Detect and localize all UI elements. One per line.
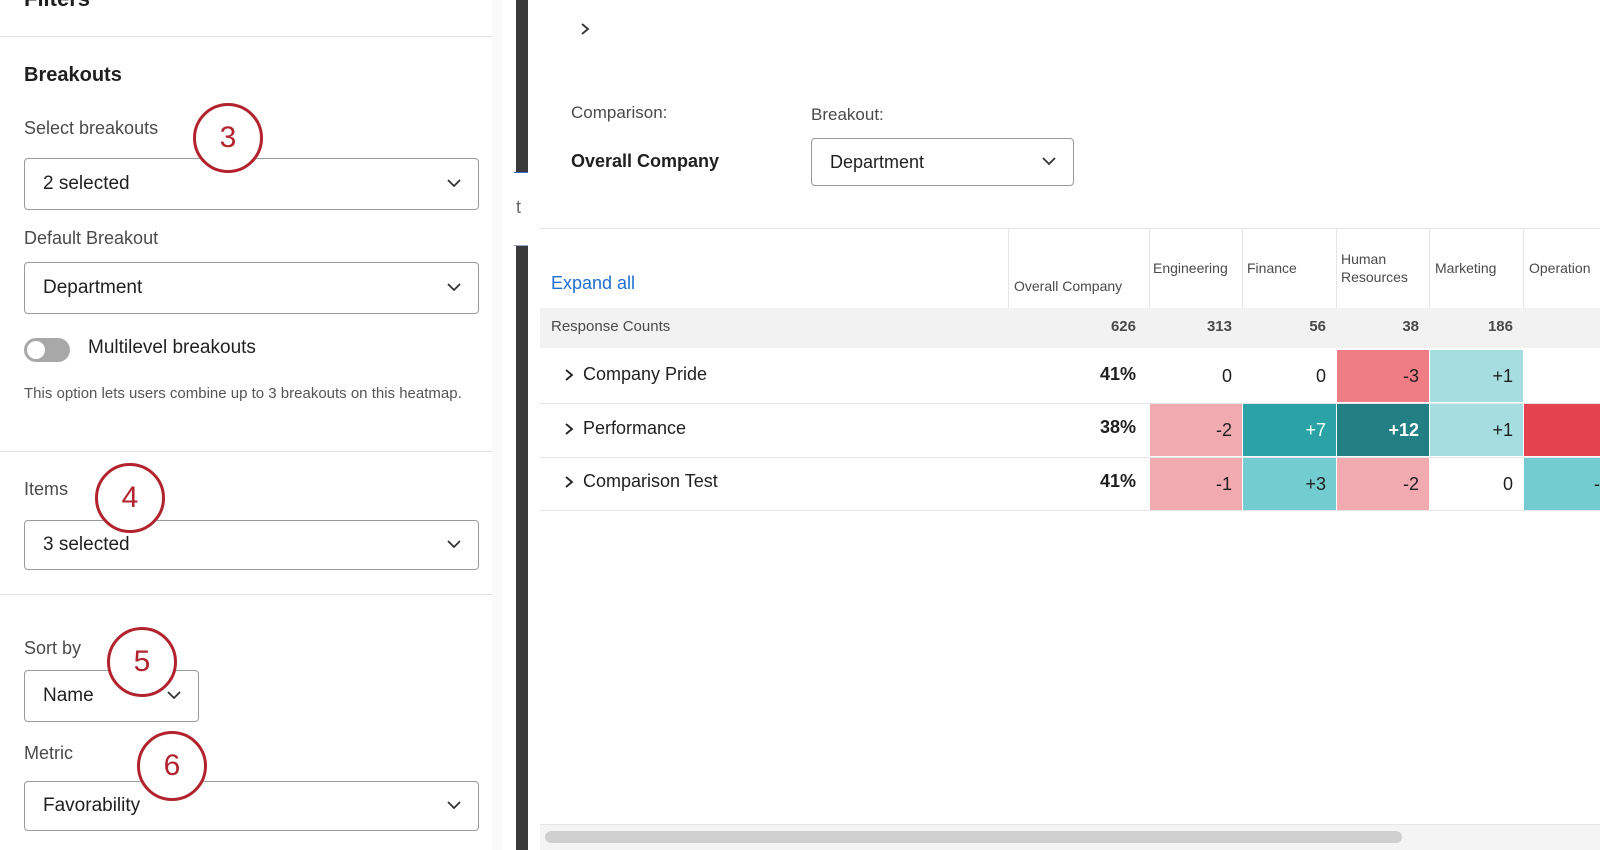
metric-value: Favorability [43,795,141,816]
sort-by-label: Sort by [24,638,82,658]
default-breakout-value: Department [43,277,143,298]
row-label-performance[interactable]: Performance [583,418,686,439]
chevron-right-icon[interactable] [564,422,574,436]
heat-cell: +1 [1430,404,1523,456]
heat-cell: -3 [1337,350,1429,402]
breakouts-section-title: Breakouts [24,64,122,86]
heat-cell: - [1524,458,1600,510]
row-label-company-pride[interactable]: Company Pride [583,364,707,385]
breakout-dropdown-value: Department [830,151,925,172]
chevron-down-icon [167,691,181,700]
items-label: Items [24,479,69,499]
response-count-marketing: 186 [1487,318,1513,335]
row-overall-comparison-test: 41% [1099,471,1136,491]
toggle-knob [27,341,45,359]
heat-cell: 0 [1150,350,1242,402]
col-border [1523,228,1524,308]
col-border [1336,228,1337,308]
breakout-dropdown[interactable]: Department [811,138,1074,186]
heat-cell: -1 [1150,458,1242,510]
comparison-label: Comparison: [571,103,668,122]
heat-cell [1524,350,1600,402]
row-overall-performance: 38% [1099,417,1136,437]
select-breakouts-value: 2 selected [43,173,130,194]
step-badge-5: 5 [107,627,177,697]
chevron-down-icon [447,801,461,810]
panel-divider [516,0,528,850]
metric-dropdown[interactable]: Favorability [24,781,479,831]
column-header-hr-line1: Human [1341,251,1387,267]
column-header-engineering[interactable]: Engineering [1153,259,1228,277]
chevron-down-icon [447,540,461,549]
chevron-down-icon [447,283,461,292]
column-header-marketing[interactable]: Marketing [1435,259,1496,277]
items-value: 3 selected [43,534,130,555]
column-header-operations[interactable]: Operation [1529,259,1590,277]
metric-label: Metric [24,743,73,763]
heat-cell: +12 [1337,404,1429,456]
step-badge-4: 4 [95,463,165,533]
heat-cell: +7 [1243,404,1336,456]
heat-cell: -2 [1150,404,1242,456]
divider [0,594,492,595]
expand-all-link[interactable]: Expand all [551,273,635,294]
step-badge-6: 6 [137,731,207,801]
col-border [1242,228,1243,308]
table-scrollbar-thumb[interactable] [545,831,1402,843]
multilevel-breakouts-toggle[interactable] [24,338,70,362]
sort-by-value: Name [43,685,94,706]
row-label-comparison-test[interactable]: Comparison Test [583,471,718,492]
items-dropdown[interactable]: 3 selected [24,520,479,570]
chevron-right-icon[interactable] [564,368,574,382]
breakout-label: Breakout: [811,105,884,124]
filters-panel: Filters Breakouts Select breakouts 2 sel… [0,0,502,850]
select-breakouts-label: Select breakouts [24,118,159,138]
table-top-border [540,228,1600,229]
col-border [1149,228,1150,308]
heat-cell: -2 [1337,458,1429,510]
divider [0,36,492,37]
default-breakout-label: Default Breakout [24,228,159,248]
step-badge-3: 3 [193,103,263,173]
row-overall-company-pride: 41% [1099,364,1136,384]
multilevel-breakouts-label: Multilevel breakouts [88,337,256,358]
response-count-engineering: 313 [1206,318,1232,335]
multilevel-help-text: This option lets users combine up to 3 b… [24,385,462,402]
col-border [1429,228,1430,308]
response-count-operations: 1 [1524,318,1600,335]
chevron-down-icon [447,179,461,188]
response-count-overall: 626 [1110,318,1136,335]
response-count-hr: 38 [1402,318,1419,335]
col-border [1008,228,1009,308]
filters-scrollbar-track[interactable] [492,0,502,850]
column-header-human-resources[interactable]: Human Resources [1341,250,1408,286]
chevron-down-icon [1042,157,1056,166]
column-header-overall[interactable]: Overall Company [1014,277,1122,295]
chevron-right-icon[interactable] [564,475,574,489]
column-header-hr-line2: Resources [1341,269,1408,285]
response-count-finance: 56 [1309,318,1326,335]
row-border [540,510,1600,511]
default-breakout-dropdown[interactable]: Department [24,262,479,314]
heat-cell: 0 [1430,458,1523,510]
heat-cell: +3 [1243,458,1336,510]
heat-cell: 0 [1243,350,1336,402]
comparison-value: Overall Company [571,151,720,171]
select-breakouts-dropdown[interactable]: 2 selected [24,158,479,210]
heat-cell: +1 [1430,350,1523,402]
filters-title: Filters [24,0,90,12]
response-counts-label: Response Counts [551,318,671,335]
heat-cell [1524,404,1600,456]
divider [0,451,492,452]
column-header-finance[interactable]: Finance [1247,259,1297,277]
chevron-right-icon[interactable] [580,22,590,36]
